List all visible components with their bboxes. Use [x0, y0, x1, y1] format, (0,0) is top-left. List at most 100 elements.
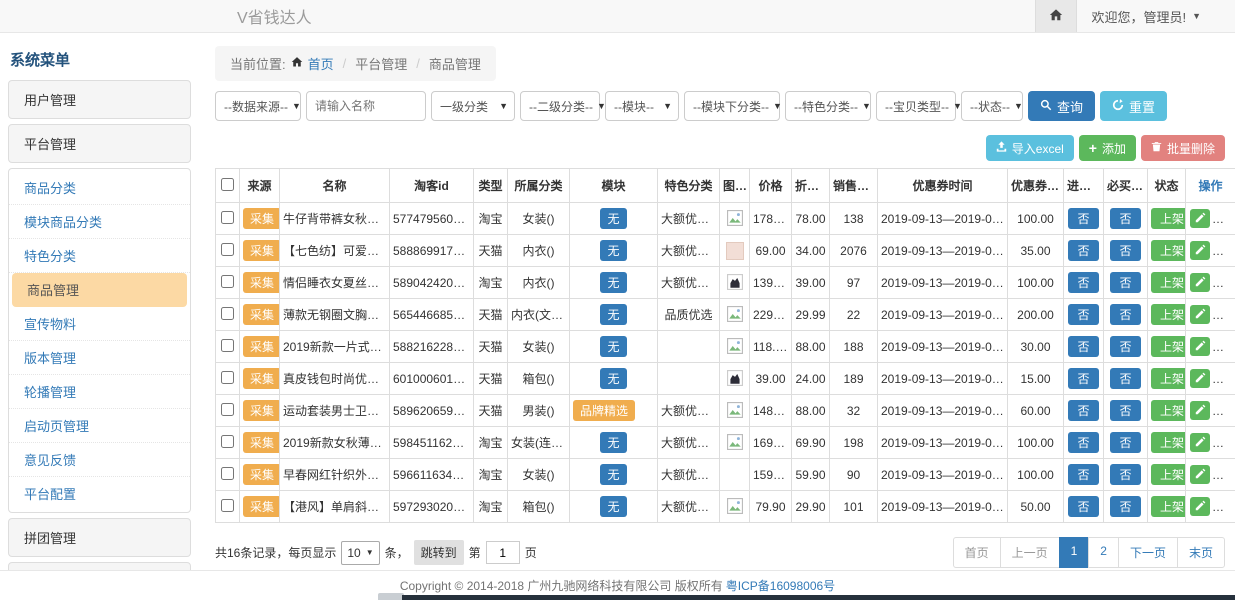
- import-select-toggle[interactable]: 否: [1068, 496, 1098, 517]
- home-button[interactable]: [1035, 0, 1077, 32]
- batch-delete-button[interactable]: 批量删除: [1141, 135, 1225, 161]
- column-header: 名称: [280, 169, 390, 203]
- filter-select-data-source[interactable]: --数据来源--▼: [215, 91, 301, 121]
- jump-button[interactable]: 跳转到: [414, 540, 464, 565]
- must-buy-toggle-cell: 否: [1104, 299, 1148, 331]
- edit-button[interactable]: [1190, 497, 1210, 516]
- import-select-toggle[interactable]: 否: [1068, 240, 1098, 261]
- pencil-icon: [1195, 339, 1206, 354]
- row-checkbox[interactable]: [221, 467, 234, 480]
- edit-button[interactable]: [1190, 209, 1210, 228]
- row-checkbox[interactable]: [221, 211, 234, 224]
- pager-last[interactable]: 末页: [1177, 537, 1225, 568]
- edit-button[interactable]: [1190, 433, 1210, 452]
- import-select-toggle[interactable]: 否: [1068, 400, 1098, 421]
- cell-product-name: 【港风】单肩斜跨链条...: [280, 491, 390, 523]
- pager-first[interactable]: 首页: [953, 537, 1001, 568]
- import-select-toggle[interactable]: 否: [1068, 368, 1098, 389]
- row-checkbox[interactable]: [221, 339, 234, 352]
- must-buy-toggle[interactable]: 否: [1110, 432, 1140, 453]
- sidebar-item[interactable]: 商品管理: [12, 273, 187, 307]
- filter-select[interactable]: --模块下分类--▼: [684, 91, 780, 121]
- must-buy-toggle[interactable]: 否: [1110, 496, 1140, 517]
- row-checkbox[interactable]: [221, 435, 234, 448]
- must-buy-toggle[interactable]: 否: [1110, 304, 1140, 325]
- pager-next[interactable]: 下一页: [1118, 537, 1178, 568]
- row-checkbox[interactable]: [221, 307, 234, 320]
- sidebar-item[interactable]: 意见反馈: [9, 443, 190, 477]
- edit-button[interactable]: [1190, 273, 1210, 292]
- row-checkbox[interactable]: [221, 403, 234, 416]
- filter-select[interactable]: --二级分类--▼: [520, 91, 600, 121]
- row-checkbox[interactable]: [221, 275, 234, 288]
- pager-page-2[interactable]: 2: [1088, 537, 1119, 568]
- filter-select[interactable]: --特色分类--▼: [785, 91, 871, 121]
- sidebar-item[interactable]: 轮播管理: [9, 375, 190, 409]
- status-button[interactable]: 上架: [1151, 432, 1186, 453]
- filter-select[interactable]: 一级分类▼: [431, 91, 515, 121]
- sidebar-section[interactable]: 省惠快报: [8, 562, 191, 570]
- import-select-toggle[interactable]: 否: [1068, 464, 1098, 485]
- edit-button[interactable]: [1190, 305, 1210, 324]
- must-buy-toggle[interactable]: 否: [1110, 368, 1140, 389]
- filter-select[interactable]: --宝贝类型--▼: [876, 91, 956, 121]
- row-checkbox[interactable]: [221, 243, 234, 256]
- status-button[interactable]: 上架: [1151, 368, 1186, 389]
- pager-prev[interactable]: 上一页: [1000, 537, 1060, 568]
- must-buy-toggle[interactable]: 否: [1110, 400, 1140, 421]
- status-button[interactable]: 上架: [1151, 272, 1186, 293]
- status-button[interactable]: 上架: [1151, 208, 1186, 229]
- sidebar-section[interactable]: 拼团管理: [8, 518, 191, 557]
- edit-button[interactable]: [1190, 401, 1210, 420]
- sidebar-item[interactable]: 版本管理: [9, 341, 190, 375]
- jump-page-input[interactable]: [486, 541, 520, 564]
- status-button[interactable]: 上架: [1151, 240, 1186, 261]
- status-button[interactable]: 上架: [1151, 400, 1186, 421]
- cell-type: 天猫: [474, 299, 508, 331]
- edit-button[interactable]: [1190, 369, 1210, 388]
- filter-select[interactable]: --模块--▼: [605, 91, 679, 121]
- edit-button[interactable]: [1190, 241, 1210, 260]
- sidebar-item[interactable]: 商品分类: [9, 171, 190, 205]
- must-buy-toggle[interactable]: 否: [1110, 464, 1140, 485]
- select-all-checkbox[interactable]: [221, 178, 234, 191]
- status-button[interactable]: 上架: [1151, 496, 1186, 517]
- must-buy-toggle[interactable]: 否: [1110, 208, 1140, 229]
- import-select-toggle[interactable]: 否: [1068, 304, 1098, 325]
- must-buy-toggle[interactable]: 否: [1110, 336, 1140, 357]
- import-excel-button[interactable]: 导入excel: [986, 135, 1074, 161]
- import-select-toggle[interactable]: 否: [1068, 432, 1098, 453]
- sidebar-item[interactable]: 平台配置: [9, 477, 190, 510]
- sidebar-section[interactable]: 平台管理: [8, 124, 191, 163]
- cell-icon: [720, 491, 750, 523]
- status-button[interactable]: 上架: [1151, 464, 1186, 485]
- filter-select[interactable]: --状态--▼: [961, 91, 1023, 121]
- status-button[interactable]: 上架: [1151, 336, 1186, 357]
- icp-link[interactable]: 粤ICP备16098006号: [726, 577, 835, 594]
- sidebar-item[interactable]: 宣传物料: [9, 307, 190, 341]
- edit-button[interactable]: [1190, 337, 1210, 356]
- caret-down-icon: ▼: [773, 101, 782, 111]
- sidebar-section[interactable]: 用户管理: [8, 80, 191, 119]
- edit-button[interactable]: [1190, 465, 1210, 484]
- row-checkbox[interactable]: [221, 499, 234, 512]
- import-select-toggle[interactable]: 否: [1068, 208, 1098, 229]
- sidebar-item[interactable]: 启动页管理: [9, 409, 190, 443]
- search-button[interactable]: 查询: [1028, 91, 1095, 121]
- must-buy-toggle[interactable]: 否: [1110, 272, 1140, 293]
- add-button[interactable]: + 添加: [1079, 135, 1136, 161]
- sidebar-item[interactable]: 模块商品分类: [9, 205, 190, 239]
- status-button[interactable]: 上架: [1151, 304, 1186, 325]
- per-page-select[interactable]: 10▼: [341, 541, 379, 565]
- row-checkbox[interactable]: [221, 371, 234, 384]
- pager-page-1[interactable]: 1: [1059, 537, 1090, 568]
- sidebar-item[interactable]: 特色分类: [9, 239, 190, 273]
- import-select-toggle[interactable]: 否: [1068, 272, 1098, 293]
- cell-operations: [1186, 267, 1235, 299]
- import-select-toggle[interactable]: 否: [1068, 336, 1098, 357]
- name-search-input[interactable]: [306, 91, 426, 121]
- user-menu[interactable]: 欢迎您，管理员! ▼: [1077, 7, 1235, 26]
- reset-button[interactable]: 重置: [1100, 91, 1167, 121]
- must-buy-toggle[interactable]: 否: [1110, 240, 1140, 261]
- breadcrumb-home-link[interactable]: 首页: [308, 54, 334, 73]
